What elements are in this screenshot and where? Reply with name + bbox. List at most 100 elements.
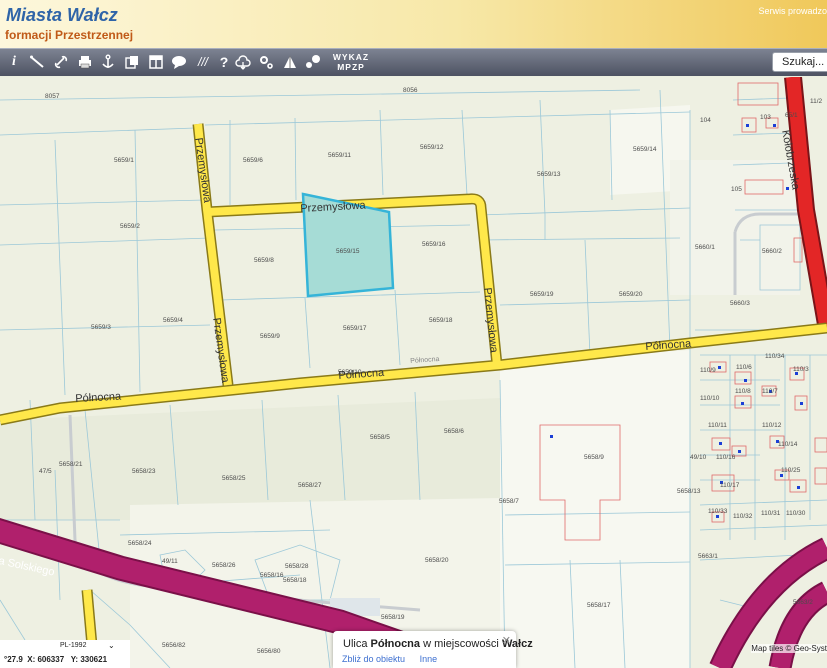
parcel-label: 110/32 — [733, 513, 753, 520]
parcel-label: 105 — [731, 186, 742, 193]
copy-icon[interactable] — [122, 52, 142, 72]
parcel-label: 5659/1 — [114, 157, 134, 164]
points-icon[interactable] — [303, 52, 323, 72]
parcel-label: 110/34 — [765, 353, 785, 360]
parcel-label: 5663/2 — [793, 599, 813, 606]
parcel-label: 5659/15 — [336, 248, 360, 255]
parcel-label: 8056 — [403, 87, 418, 94]
parcel-label: 110/6 — [736, 364, 752, 371]
parcel-label: 5659/11 — [328, 152, 352, 159]
other-link[interactable]: Inne — [420, 654, 438, 664]
coord-x: X: 606337 — [27, 655, 65, 664]
parcel-label: 110/8 — [735, 388, 751, 395]
coord-prefix: °27.9 — [4, 655, 23, 664]
parcel-label: 65/1 — [785, 112, 798, 119]
parcel-label: 5658/27 — [298, 482, 322, 489]
comment-icon[interactable] — [169, 52, 189, 72]
parcel-label: 5658/20 — [425, 557, 449, 564]
parcel-label: 5658/16 — [260, 572, 284, 579]
parcel-label: 5659/8 — [254, 257, 274, 264]
coordinate-readout: PL-1992 ⌄ °27.9 X: 606337 Y: 330621 — [0, 640, 130, 668]
parcel-label: 110/14 — [778, 441, 798, 448]
popup-middle: w miejscowości — [420, 638, 502, 650]
hatch-icon[interactable]: /// — [193, 52, 213, 72]
parcel-label: 110/10 — [700, 395, 720, 402]
parcel-label: 5658/26 — [212, 562, 236, 569]
toolbar: i /// ? WYKAZ MPZP Szukaj... — [0, 48, 827, 76]
parcel-label: 110/31 — [761, 510, 781, 517]
parcel-label: 5659/17 — [343, 325, 367, 332]
parcel-label: 49/10 — [690, 454, 707, 461]
parcel-label: 5659/13 — [537, 171, 561, 178]
parcel-label: 5658/6 — [444, 428, 464, 435]
parcel-label: 5660/2 — [762, 248, 782, 255]
parcel-label: 5659/14 — [633, 146, 657, 153]
parcel-label: 5658/19 — [381, 614, 405, 621]
link-icon[interactable] — [51, 52, 71, 72]
parcel-label: 5659/18 — [429, 317, 453, 324]
parcel-label: 5659/19 — [530, 291, 554, 298]
help-icon[interactable]: ? — [214, 52, 234, 72]
parcel-label: 110/16 — [716, 454, 736, 461]
parcel-label: 5659/20 — [619, 291, 643, 298]
popup-prefix: Ulica — [343, 638, 371, 650]
close-icon[interactable]: ✕ — [502, 634, 511, 647]
parcel-label: 110/7 — [762, 388, 778, 395]
parcel-label: 5658/24 — [128, 540, 152, 547]
parcel-label: 5658/5 — [370, 434, 390, 441]
parcel-label: 5658/21 — [59, 461, 83, 468]
parcel-label: 103 — [760, 114, 771, 121]
parcel-label: 104 — [700, 117, 711, 124]
parcel-label: 110/12 — [762, 422, 782, 429]
app-subtitle: formacji Przestrzennej — [5, 28, 134, 42]
parcel-label: 5659/12 — [420, 144, 444, 151]
parcel-label: 110/30 — [786, 510, 806, 517]
wykaz-mpzp-button[interactable]: WYKAZ MPZP — [328, 52, 374, 72]
parcel-label: 5659/16 — [422, 241, 446, 248]
parcel-label: 5656/80 — [257, 648, 281, 655]
parcel-label: 110/25 — [781, 467, 801, 474]
parcel-label: 5663/1 — [698, 553, 718, 560]
feature-popup: Ulica Północna w miejscowości Wałcz Zbli… — [333, 631, 533, 668]
parcel-label: 110/33 — [708, 508, 728, 515]
parcel-label: 5658/13 — [677, 488, 701, 495]
popup-street: Północna — [370, 638, 421, 650]
parcel-label: 5659/3 — [91, 324, 111, 331]
parcel-label: 5660/1 — [695, 244, 715, 251]
print-icon[interactable] — [75, 52, 95, 72]
search-input[interactable]: Szukaj... — [772, 52, 827, 72]
app-title: Miasta Wałcz — [6, 5, 118, 25]
layout-icon[interactable] — [146, 52, 166, 72]
parcel-label: 5659/6 — [243, 157, 263, 164]
parcel-label: 5658/9 — [584, 454, 604, 461]
parcel-label: 11/2 — [810, 98, 823, 105]
road-label-polnocna: Północna — [75, 390, 122, 405]
coord-y: Y: 330621 — [70, 655, 108, 664]
parcel-label: 5659/4 — [163, 317, 183, 324]
parcel-label: 110/11 — [708, 422, 727, 429]
chevron-down-icon[interactable]: ⌄ — [108, 641, 115, 650]
zoom-to-object-link[interactable]: Zbliż do obiektu — [342, 654, 405, 664]
parcel-label: 49/11 — [162, 558, 178, 565]
parcel-label: 47/5 — [39, 468, 52, 475]
map-attribution: Map tiles © Geo-Syst — [751, 644, 827, 653]
parcel-label: 5660/3 — [730, 300, 750, 307]
cloud-icon[interactable] — [233, 52, 253, 72]
service-link[interactable]: Serwis prowadzo — [758, 6, 827, 16]
settings-icon[interactable] — [256, 52, 276, 72]
parcel-label: 8057 — [45, 93, 60, 100]
parcel-label: 5658/18 — [283, 577, 307, 584]
parcel-label: 5658/17 — [587, 602, 611, 609]
measure-icon[interactable] — [27, 52, 47, 72]
parcel-label: 5658/28 — [285, 563, 309, 570]
anchor-icon[interactable] — [98, 52, 118, 72]
projection-select[interactable]: PL-1992 — [60, 642, 86, 649]
parcel-label: 110/17 — [720, 482, 740, 489]
parcel-label: 110/9 — [700, 367, 716, 374]
shapes-icon[interactable] — [280, 52, 300, 72]
map-view[interactable]: 8057 8056 5659/1 5659/6 5659/11 5659/12 … — [0, 77, 827, 668]
parcel-label: 5659/2 — [120, 223, 140, 230]
info-icon[interactable]: i — [4, 52, 24, 72]
parcel-label: 5658/25 — [222, 475, 246, 482]
parcel-label: 5658/23 — [132, 468, 156, 475]
